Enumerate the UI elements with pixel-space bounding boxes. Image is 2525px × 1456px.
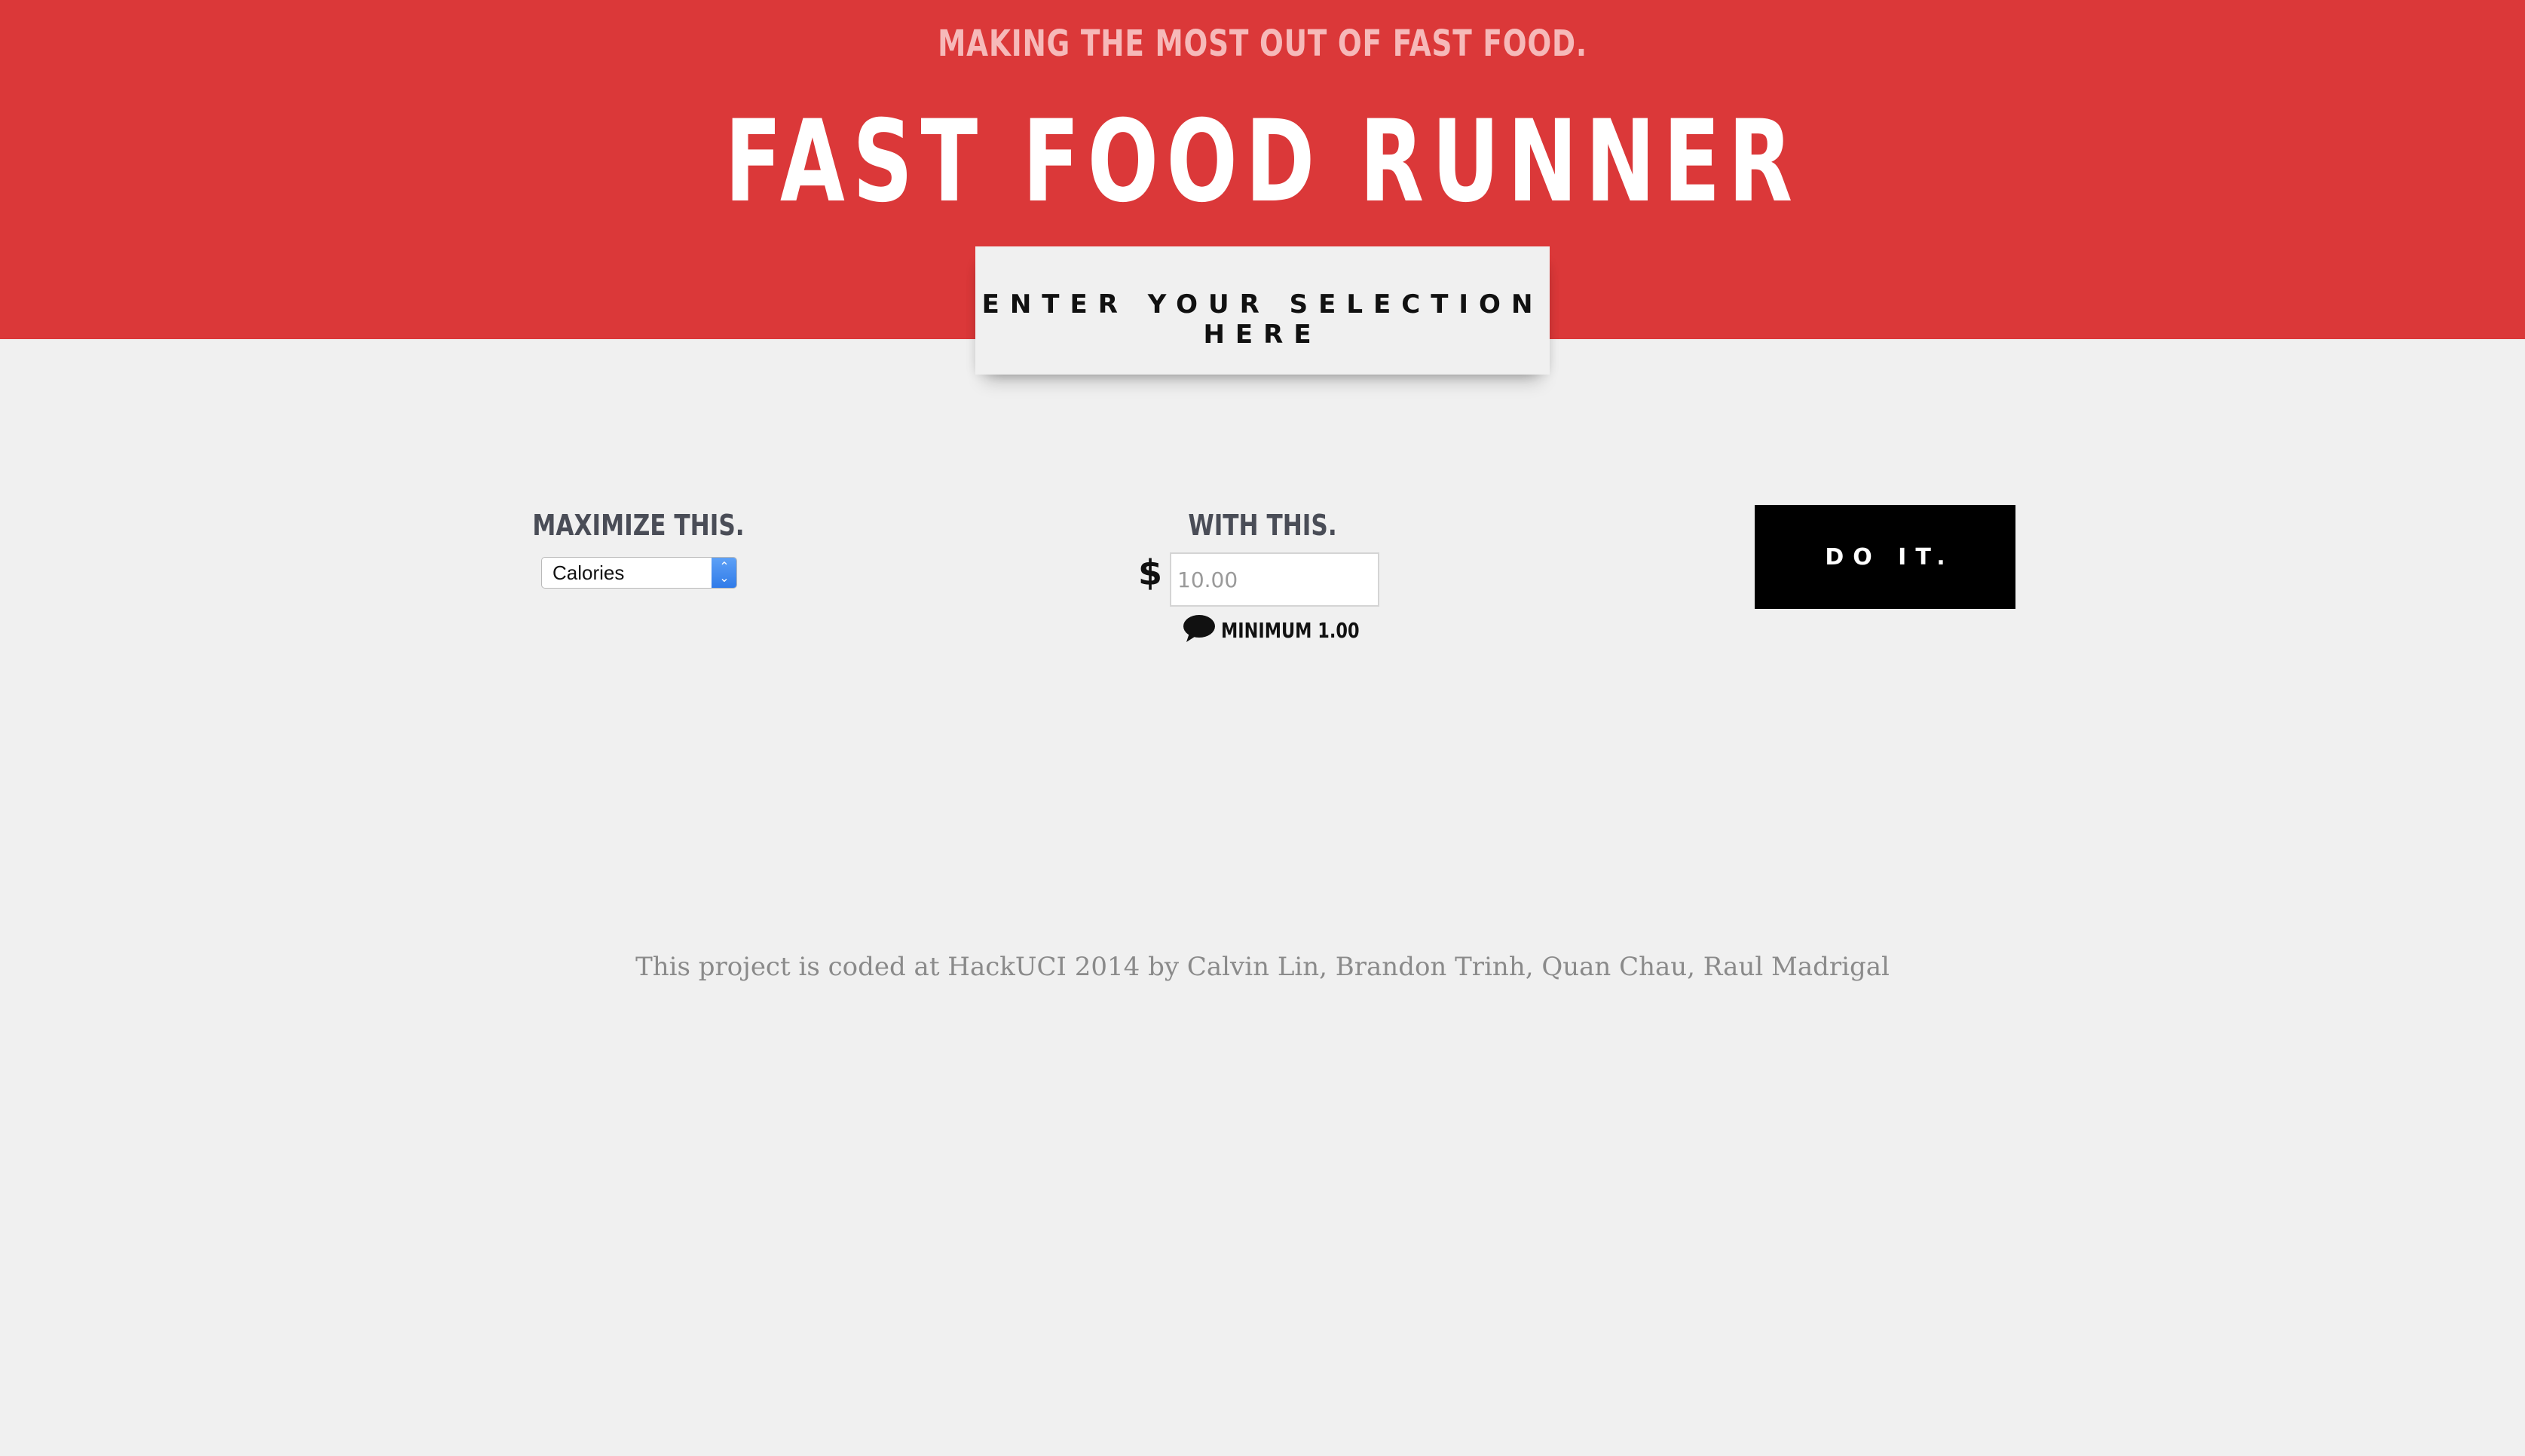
- do-it-button[interactable]: DO IT.: [1755, 505, 2015, 609]
- speech-bubble-icon: [1183, 615, 1215, 642]
- currency-symbol: $: [1138, 552, 1163, 593]
- site-title: FAST FOOD RUNNER: [724, 96, 1801, 228]
- selection-prompt: ENTER YOUR SELECTION HERE: [981, 289, 1544, 350]
- minimum-hint: MINIMUM 1.00: [1182, 613, 1360, 647]
- chevron-up-down-icon: ⌃ ⌄: [712, 558, 736, 588]
- budget-input[interactable]: [1170, 552, 1379, 607]
- maximize-select[interactable]: Calories ⌃ ⌄: [541, 557, 737, 589]
- header-banner: MAKING THE MOST OUT OF FAST FOOD. FAST F…: [0, 0, 2525, 375]
- credits-text: This project is coded at HackUCI 2014 by…: [635, 952, 1890, 982]
- minimum-hint-text: MINIMUM 1.00: [1221, 618, 1360, 643]
- maximize-label: MAXIMIZE THIS.: [532, 509, 745, 542]
- selection-tab: ENTER YOUR SELECTION HERE: [975, 246, 1550, 375]
- budget-label: WITH THIS.: [1188, 509, 1337, 542]
- tagline: MAKING THE MOST OUT OF FAST FOOD.: [938, 23, 1587, 65]
- maximize-selected-value: Calories: [552, 561, 625, 584]
- page: MAKING THE MOST OUT OF FAST FOOD. FAST F…: [0, 0, 2525, 1456]
